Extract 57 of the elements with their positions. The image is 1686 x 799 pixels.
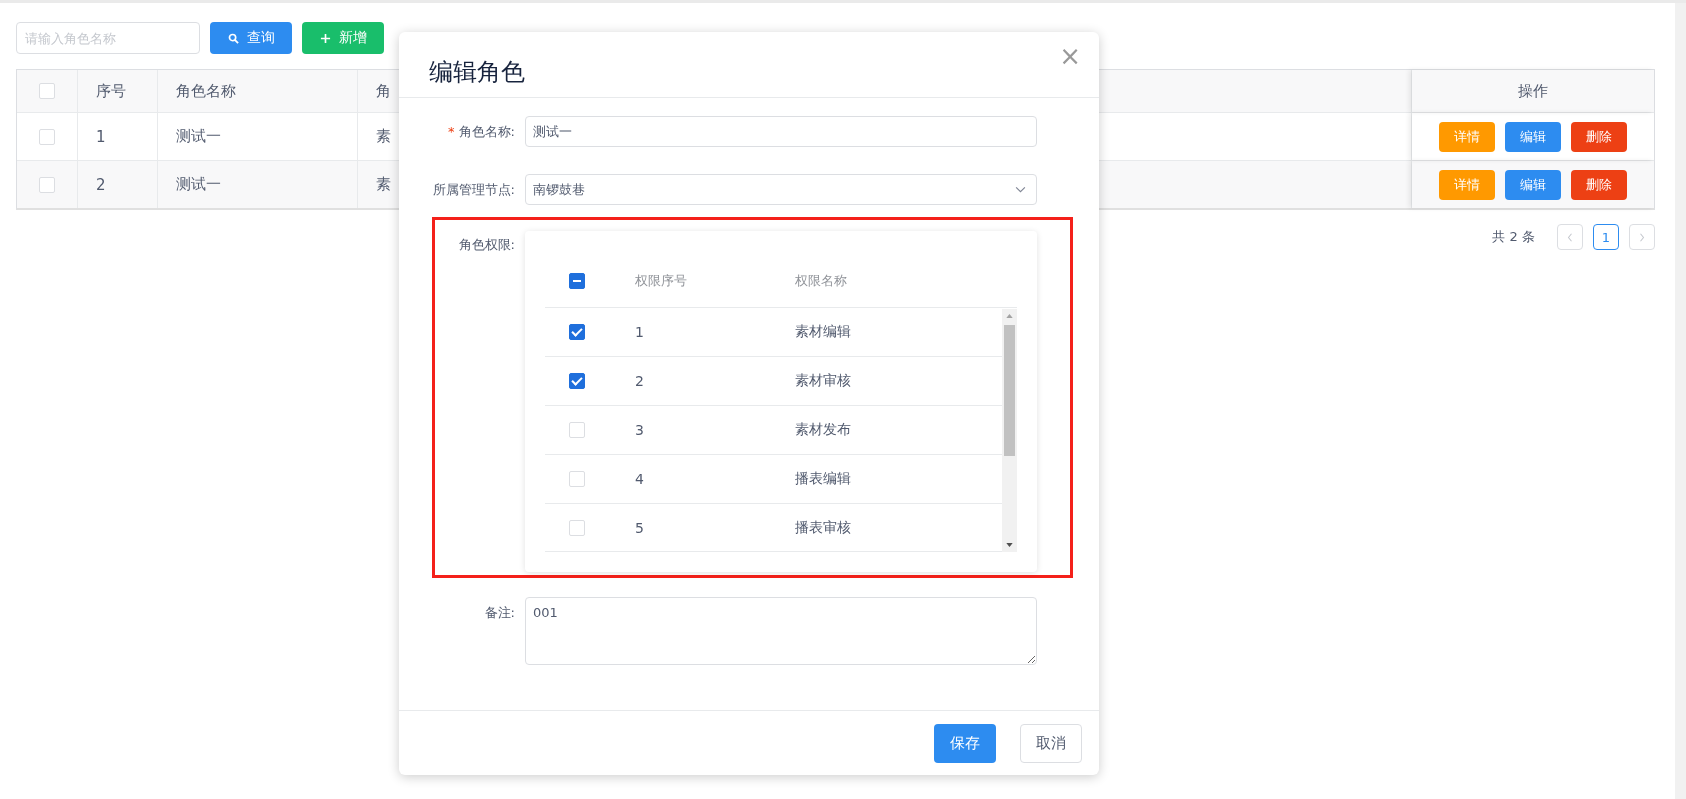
table-cell: 5 [635,520,644,536]
table-cell: 测试一 [176,127,221,146]
table-cell: 3 [635,422,644,438]
toolbar-button[interactable]: 查询 [210,22,292,54]
table-cell: 素 [376,127,391,146]
column-header: 权限序号 [635,273,687,288]
toolbar-button[interactable]: 新增 [302,22,384,54]
column-header: 角色名称 [176,81,236,101]
row-action-button[interactable]: 编辑 [1505,121,1561,152]
dialog-title: 编辑角色 [429,58,525,86]
required-mark: * [448,124,455,139]
table-cell: 播表审核 [795,519,851,535]
prev-page-button[interactable] [1557,224,1583,250]
row-action-button[interactable]: 删除 [1571,121,1627,152]
table-cell: 1 [96,127,106,146]
table-cell: 素材发布 [795,421,851,437]
checkbox[interactable] [569,273,585,289]
chevron-left-icon [1567,232,1573,242]
table-cell: 4 [635,471,644,487]
dialog-button[interactable]: 取消 [1020,723,1082,763]
total-count: 共 2 条 [1492,228,1535,246]
row-action-button[interactable]: 详情 [1439,169,1495,200]
column-header: 角 [376,81,391,101]
field-label: 备注: [483,604,515,622]
field-label: 角色权限: [457,236,515,254]
chevron-down-icon [1015,186,1026,193]
field-label: * 角色名称: [447,123,515,141]
chevron-right-icon [1639,232,1645,242]
row-action-button[interactable]: 删除 [1571,169,1627,200]
table-cell: 1 [635,324,644,340]
column-header: 序号 [96,81,126,101]
table-cell: 素材审核 [795,372,851,388]
table-cell: 2 [635,373,644,389]
input-field[interactable]: 测试一 [525,116,1037,147]
remark-field[interactable]: 001 [525,597,1037,665]
search-icon [227,32,239,44]
row-action-button[interactable]: 编辑 [1505,169,1561,200]
select-field[interactable]: 南锣鼓巷 [525,174,1037,205]
table-cell: 素 [376,175,391,194]
close-button[interactable]: × [1055,42,1085,70]
table-cell: 测试一 [176,175,221,194]
checkbox[interactable] [569,373,585,389]
table-cell: 2 [96,175,106,194]
scroll-up-icon[interactable] [1006,314,1013,318]
dialog-button[interactable]: 保存 [934,723,996,763]
plus-icon [319,32,331,44]
row-action-button[interactable]: 详情 [1439,121,1495,152]
column-header: 操作 [1518,81,1548,101]
column-header: 权限名称 [795,273,847,288]
checkbox[interactable] [569,324,585,340]
table-cell: 播表编辑 [795,470,851,486]
page-button[interactable]: 1 [1593,224,1619,250]
scroll-down-icon[interactable] [1006,543,1013,547]
scrollbar[interactable] [1002,309,1017,552]
field-label: 所属管理节点: [431,181,515,199]
next-page-button[interactable] [1629,224,1655,250]
table-cell: 素材编辑 [795,323,851,339]
